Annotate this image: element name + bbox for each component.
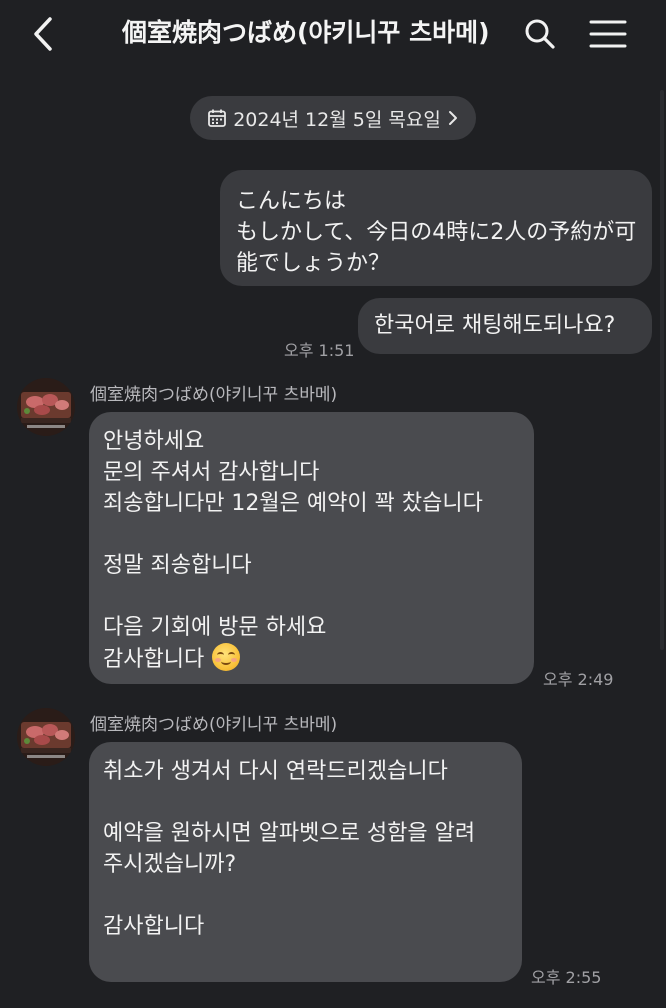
incoming-message[interactable]: 취소가 생겨서 다시 연락드리겠습니다 예약을 원하시면 알파벳으로 성함을 알… xyxy=(89,742,522,982)
message-line: 취소가 생겨서 다시 연락드리겠습니다 xyxy=(103,759,448,784)
message-line xyxy=(103,581,520,612)
chat-screen: 個室焼肉つばめ(야키니꾸 츠바메) 2024년 12월 5일 목요일 こんにちは… xyxy=(0,0,666,1008)
message-timestamp: 오후 2:49 xyxy=(543,670,614,689)
message-line: 주시겠습니까? xyxy=(103,852,237,877)
message-line: 감사합니다 xyxy=(103,914,205,939)
message-line xyxy=(103,880,508,911)
message-timestamp: 오후 2:55 xyxy=(531,968,602,987)
message-timestamp: 오후 1:51 xyxy=(284,341,355,360)
message-line: 能でしょうか？ xyxy=(236,251,391,276)
message-line: 정말 죄송합니다 xyxy=(103,553,252,578)
chevron-left-icon xyxy=(34,17,52,51)
message-line: 죄송합니다만 12월은 예약이 꽉 찼습니다 xyxy=(103,491,483,516)
chevron-right-icon xyxy=(448,111,457,125)
restaurant-logo-image xyxy=(17,708,75,766)
incoming-message[interactable]: 안녕하세요 문의 주셔서 감사합니다 죄송합니다만 12월은 예약이 꽉 찼습니… xyxy=(89,412,534,684)
message-line: 예약을 원하시면 알파벳으로 성함을 알려 xyxy=(103,821,476,846)
calendar-icon xyxy=(208,109,227,127)
avatar[interactable] xyxy=(17,378,75,436)
message-line xyxy=(103,787,508,818)
date-label: 2024년 12월 5일 목요일 xyxy=(233,108,441,131)
message-line xyxy=(103,519,520,550)
message-line: こんにちは xyxy=(236,189,347,214)
restaurant-logo-image xyxy=(17,378,75,436)
message-line: 감사합니다 xyxy=(103,647,205,672)
message-line: 문의 주셔서 감사합니다 xyxy=(103,460,320,485)
back-button[interactable] xyxy=(26,14,62,54)
message-line: 한국어로 채팅해도되나요? xyxy=(374,313,616,338)
message-line: 안녕하세요 xyxy=(103,429,205,454)
smiling-face-emoji-icon xyxy=(212,643,241,671)
message-line: もしかして、今日の4時に2人の予約が可 xyxy=(236,220,637,245)
chat-header: 個室焼肉つばめ(야키니꾸 츠바메) xyxy=(0,0,666,68)
message-line-with-emoji: 감사합니다 xyxy=(103,643,520,675)
outgoing-message[interactable]: こんにちは もしかして、今日の4時に2人の予約が可 能でしょうか？ xyxy=(220,170,652,286)
date-separator-button[interactable]: 2024년 12월 5일 목요일 xyxy=(190,96,476,140)
menu-button[interactable] xyxy=(588,16,628,52)
sender-name: 個室焼肉つばめ(야키니꾸 츠바메) xyxy=(90,385,338,405)
avatar[interactable] xyxy=(17,708,75,766)
chat-title: 個室焼肉つばめ(야키니꾸 츠바메) xyxy=(122,18,490,47)
search-icon xyxy=(525,19,555,49)
hamburger-menu-icon xyxy=(589,20,627,48)
search-button[interactable] xyxy=(522,16,558,52)
outgoing-message[interactable]: 한국어로 채팅해도되나요? xyxy=(358,298,652,354)
sender-name: 個室焼肉つばめ(야키니꾸 츠바메) xyxy=(90,715,338,735)
scrollbar[interactable] xyxy=(660,90,664,650)
message-line: 다음 기회에 방문 하세요 xyxy=(103,615,327,640)
